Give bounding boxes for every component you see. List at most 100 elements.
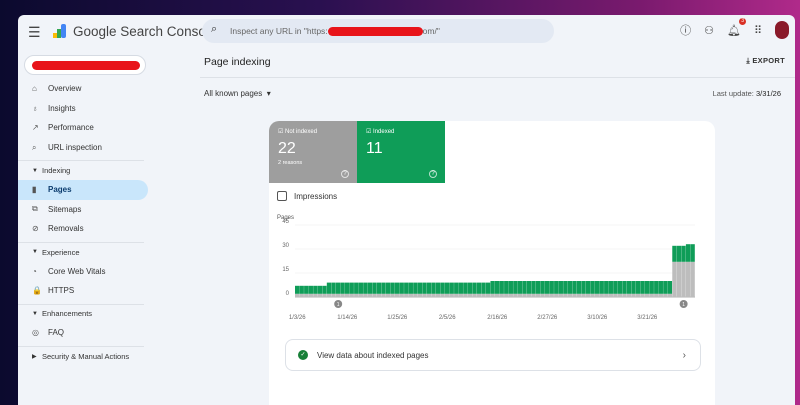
annotation-label: 1 <box>337 302 340 308</box>
view-indexed-pages-link[interactable]: ✓ View data about indexed pages › <box>285 339 701 371</box>
caret-right-icon: ▶ <box>32 353 37 360</box>
sidebar-item-label: Core Web Vitals <box>48 266 106 276</box>
bar-indexed <box>399 282 404 294</box>
bar-not-indexed <box>326 293 332 297</box>
sidebar-item-performance[interactable]: ↗ Performance <box>18 118 148 138</box>
bar-indexed <box>585 281 591 294</box>
bar-indexed <box>395 282 400 294</box>
bar-indexed <box>513 281 518 294</box>
bar-indexed <box>476 282 482 294</box>
bar-not-indexed <box>681 261 686 297</box>
pages-filter-dropdown[interactable]: All known pages ▾ <box>204 89 271 98</box>
bar-indexed <box>335 282 341 294</box>
bar-indexed <box>590 281 595 294</box>
indexed-tile[interactable]: ☑ Indexed 11 ? <box>357 121 445 183</box>
menu-icon[interactable]: ☰ <box>28 24 41 41</box>
bar-indexed <box>363 282 368 294</box>
bar-indexed <box>690 244 695 262</box>
bar-indexed <box>599 281 604 294</box>
search-icon: ⌕ <box>32 142 37 152</box>
y-tick-label: 0 <box>286 291 290 297</box>
bar-not-indexed <box>399 293 404 297</box>
check-circle-icon: ✓ <box>298 350 308 360</box>
bar-not-indexed <box>667 293 673 297</box>
bar-indexed <box>649 281 654 294</box>
bar-not-indexed <box>490 293 495 297</box>
sidebar-item-insights[interactable]: ♁ Insights <box>18 99 148 119</box>
bar-not-indexed <box>467 293 473 297</box>
checkbox[interactable] <box>277 191 287 201</box>
bar-not-indexed <box>422 293 427 297</box>
bar-not-indexed <box>331 293 336 297</box>
y-tick-label: 15 <box>282 267 289 273</box>
sidebar-item-sitemaps[interactable]: ⧉ Sitemaps <box>18 200 148 220</box>
bar-indexed <box>340 282 345 294</box>
bar-not-indexed <box>481 293 486 297</box>
section-security[interactable]: ▶ Security & Manual Actions <box>18 345 144 366</box>
sidebar-item-removals[interactable]: ⊘ Removals <box>18 219 148 239</box>
bar-not-indexed <box>408 293 413 297</box>
bar-not-indexed <box>372 293 377 297</box>
export-button[interactable]: ⤓ EXPORT <box>746 56 785 66</box>
bar-not-indexed <box>417 293 423 297</box>
bar-not-indexed <box>345 293 350 297</box>
search-console-window: ☰ Google Search Console ⌕ Inspect any UR… <box>18 15 795 405</box>
sidebar-item-pages[interactable]: ▮ Pages <box>18 179 148 200</box>
eye-off-icon: ⊘ <box>32 224 39 234</box>
apps-grid-icon[interactable]: ⠿ <box>754 24 762 37</box>
checkbox-checked-icon: ☑ <box>366 129 374 135</box>
filter-label: All known pages <box>204 89 263 98</box>
bar-indexed <box>454 282 459 294</box>
cta-label: View data about indexed pages <box>317 350 429 360</box>
bar-indexed <box>595 281 600 294</box>
url-inspect-search[interactable]: ⌕ Inspect any URL in "https: om/" <box>202 19 554 43</box>
caret-down-icon: ▼ <box>32 249 38 256</box>
section-indexing[interactable]: ▼ Indexing <box>18 160 144 180</box>
bar-not-indexed <box>413 293 418 297</box>
property-selector[interactable] <box>24 55 146 75</box>
bar-not-indexed <box>585 293 591 297</box>
redaction <box>32 61 140 70</box>
bar-not-indexed <box>658 293 663 297</box>
bar-indexed <box>531 281 536 294</box>
sidebar-item-url-inspection[interactable]: ⌕ URL inspection <box>18 138 148 158</box>
bar-not-indexed <box>545 293 550 297</box>
bar-not-indexed <box>454 293 459 297</box>
bar-not-indexed <box>472 293 477 297</box>
bar-not-indexed <box>381 293 386 297</box>
sidebar-item-https[interactable]: 🔒 HTTPS <box>18 281 148 301</box>
not-indexed-tile[interactable]: ☑ Not indexed 22 2 reasons ? <box>269 121 357 183</box>
bar-not-indexed <box>690 261 695 297</box>
bell-icon[interactable]: 🔔︎ <box>727 24 741 37</box>
bar-indexed <box>317 285 323 294</box>
section-experience[interactable]: ▼ Experience <box>18 241 144 262</box>
sidebar-item-core-web-vitals[interactable]: ◔ Core Web Vitals <box>18 261 148 281</box>
help-icon[interactable]: ⓘ <box>680 22 691 38</box>
bar-indexed <box>390 282 395 294</box>
help-icon[interactable]: ? <box>429 170 437 178</box>
avatar[interactable] <box>775 21 789 39</box>
impressions-toggle[interactable]: Impressions <box>277 191 337 201</box>
sidebar-item-label: Insights <box>48 103 76 113</box>
bar-indexed <box>304 285 309 294</box>
indexing-card: ☑ Not indexed 22 2 reasons ? ☑ Indexed 1… <box>269 121 715 405</box>
sidebar-item-label: Overview <box>48 84 82 94</box>
help-icon[interactable]: ? <box>341 170 349 178</box>
header-actions: ⓘ ⚇ 🔔︎ 3 ⠿ <box>680 18 789 39</box>
bar-indexed <box>604 281 609 294</box>
dropdown-arrow-icon: ▾ <box>266 89 271 98</box>
sidebar-item-label: Pages <box>48 185 72 195</box>
x-tick-label: 1/14/26 <box>337 315 358 321</box>
manage-users-icon[interactable]: ⚇ <box>704 24 714 37</box>
bar-not-indexed <box>522 293 527 297</box>
bar-indexed <box>385 282 391 294</box>
sidebar-item-faq[interactable]: ◎ FAQ <box>18 323 148 343</box>
chevron-right-icon: › <box>682 349 686 361</box>
sidebar-item-overview[interactable]: ⌂ Overview <box>18 79 148 99</box>
bar-not-indexed <box>535 293 541 297</box>
bar-indexed <box>622 281 627 294</box>
bar-indexed <box>426 282 432 294</box>
section-enhancements[interactable]: ▼ Enhancements <box>18 303 144 324</box>
bar-indexed <box>504 281 509 294</box>
bar-not-indexed <box>349 293 354 297</box>
